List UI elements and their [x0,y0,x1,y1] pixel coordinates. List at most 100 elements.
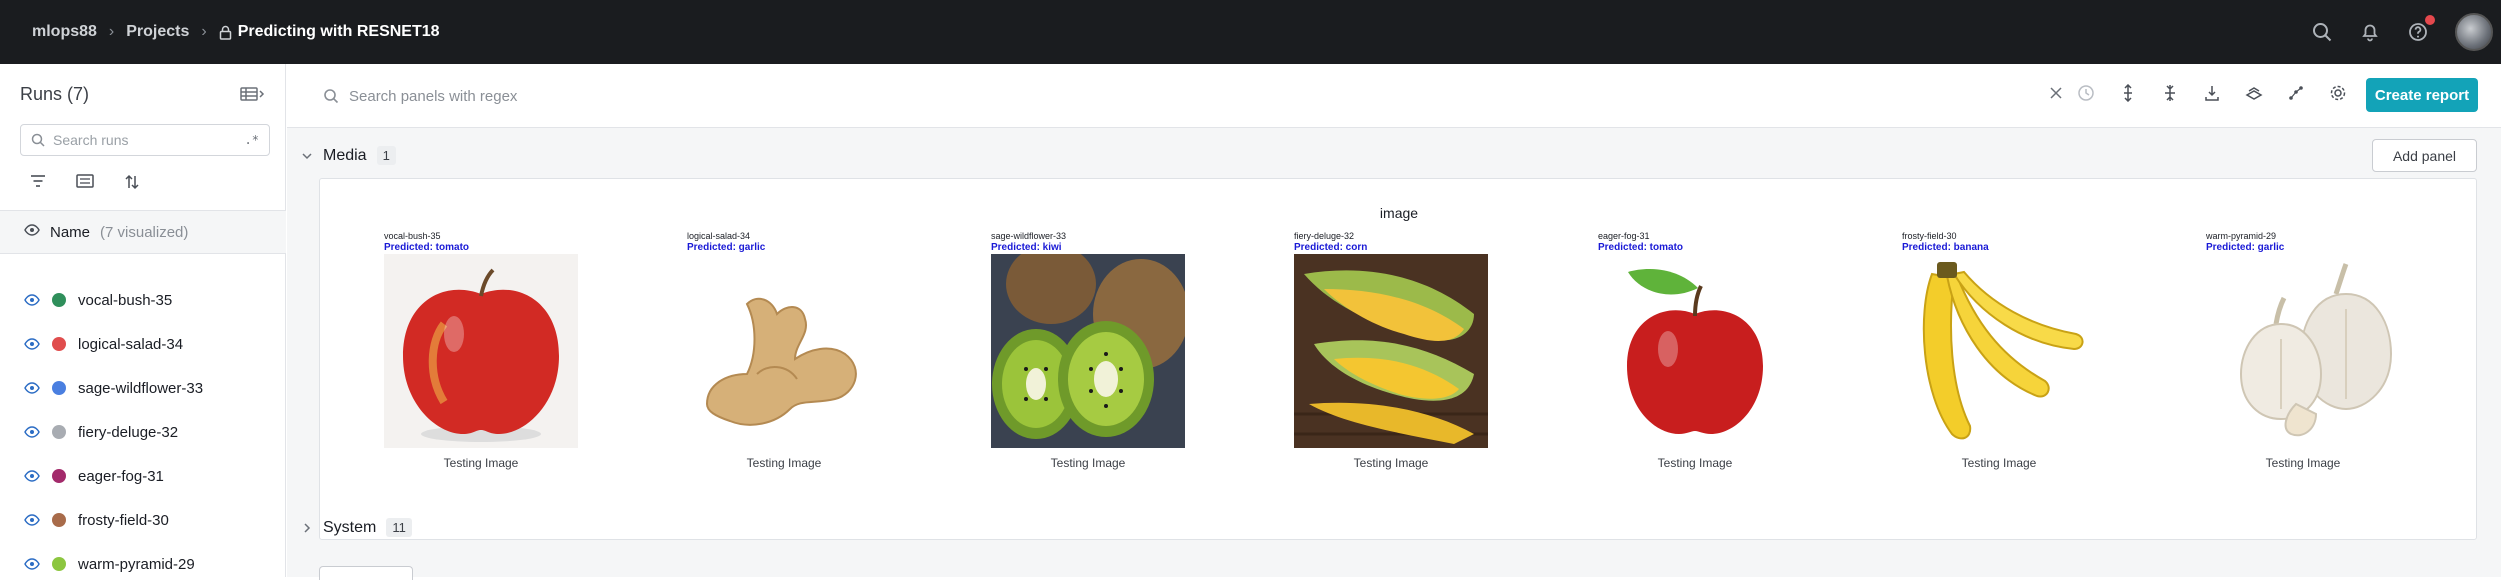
collapse-vertical-icon[interactable] [2161,84,2179,107]
eye-icon[interactable] [24,426,40,438]
layers-icon[interactable] [2245,84,2263,107]
image-run-name: frosty-field-30 [1902,231,1957,241]
project-title: Predicting with RESNET18 [237,23,440,40]
run-row[interactable]: frosty-field-30 [0,498,286,542]
run-name[interactable]: frosty-field-30 [78,512,169,529]
download-icon[interactable] [2203,84,2221,107]
panel-search-input[interactable]: Search panels with regex [323,81,2073,111]
eye-icon[interactable] [24,223,40,241]
ginger-image[interactable] [687,254,881,448]
run-color-dot[interactable] [52,513,66,527]
image-prediction: Predicted: garlic [687,242,766,253]
sort-icon[interactable] [124,174,140,195]
garlic-image[interactable] [2206,254,2400,448]
image-run-name: fiery-deluge-32 [1294,231,1355,241]
run-search-input[interactable]: Search runs .* [20,124,270,156]
workspace-main: Search panels with regex Create report M… [287,64,2501,580]
gear-icon[interactable] [2329,84,2347,107]
search-icon [31,133,45,147]
media-item[interactable]: frosty-field-30 Predicted: banana Testin… [1888,231,2108,470]
media-item[interactable]: warm-pyramid-29 Predicted: garlic Testin… [2192,231,2412,470]
image-prediction: Predicted: tomato [1598,242,1684,253]
breadcrumb-entity[interactable]: mlops88 [32,23,97,41]
runs-title: Runs (7) [20,84,90,104]
create-report-button[interactable]: Create report [2366,78,2478,112]
chevron-right-icon[interactable] [301,522,313,534]
run-color-dot[interactable] [52,381,66,395]
name-column-header[interactable]: Name (7 visualized) [0,210,286,254]
breadcrumb-project[interactable]: Predicting with RESNET18 [219,23,440,41]
run-name[interactable]: logical-salad-34 [78,336,183,353]
filter-icon[interactable] [30,174,46,195]
corn-image[interactable] [1294,254,1488,448]
regex-toggle[interactable]: .* [245,133,259,147]
image-prediction: Predicted: kiwi [991,242,1062,253]
image-caption: Testing Image [1050,456,1126,470]
media-item[interactable]: fiery-deluge-32 Predicted: corn Testing … [1280,231,1500,470]
run-name[interactable]: fiery-deluge-32 [78,424,178,441]
media-section-header[interactable]: Media 1 [301,146,396,165]
clear-search-icon[interactable] [2049,86,2063,105]
panel-search-bar: Search panels with regex Create report [287,64,2501,128]
help-icon[interactable] [2407,15,2435,43]
run-row[interactable]: fiery-deluge-32 [0,410,286,454]
media-item[interactable]: sage-wildflower-33 Predicted: kiwi Testi… [977,231,1197,470]
run-row[interactable]: warm-pyramid-29 [0,542,286,586]
media-item[interactable]: eager-fog-31 Predicted: tomato Testing I… [1584,231,1804,470]
search-icon[interactable] [2311,21,2333,43]
run-color-dot[interactable] [52,337,66,351]
expand-vertical-icon[interactable] [2119,83,2137,107]
table-toggle-icon[interactable] [240,86,266,107]
image-run-name: sage-wildflower-33 [991,231,1067,241]
image-prediction: Predicted: tomato [384,242,470,253]
run-row[interactable]: eager-fog-31 [0,454,286,498]
media-panel-count: 1 [376,146,396,165]
eye-icon[interactable] [24,470,40,482]
system-panel-count: 11 [386,518,412,537]
run-name[interactable]: eager-fog-31 [78,468,164,485]
image-panel[interactable]: image vocal-bush-35 Predicted: tomato Te… [319,178,2477,540]
image-prediction: Predicted: banana [1902,242,1989,253]
image-run-name: warm-pyramid-29 [2206,231,2277,241]
run-row[interactable]: sage-wildflower-33 [0,366,286,410]
image-prediction: Predicted: garlic [2206,242,2285,253]
run-color-dot[interactable] [52,425,66,439]
run-color-dot[interactable] [52,469,66,483]
apple-image[interactable] [1598,254,1792,448]
run-name[interactable]: vocal-bush-35 [78,292,172,309]
run-row[interactable]: logical-salad-34 [0,322,286,366]
next-section-button[interactable] [319,566,413,580]
scatter-icon[interactable] [2287,84,2305,107]
breadcrumb-projects[interactable]: Projects [126,23,189,41]
run-name[interactable]: sage-wildflower-33 [78,380,203,397]
chevron-down-icon[interactable] [301,150,313,162]
banana-image[interactable] [1902,254,2096,448]
run-name[interactable]: warm-pyramid-29 [78,556,195,573]
bell-icon[interactable] [2359,21,2381,43]
run-color-dot[interactable] [52,557,66,571]
history-icon[interactable] [2077,84,2095,107]
run-row[interactable]: vocal-bush-35 [0,278,286,322]
apple-image[interactable] [384,254,578,448]
eye-icon[interactable] [24,558,40,570]
add-panel-button[interactable]: Add panel [2372,139,2477,172]
lock-icon [219,25,231,40]
media-item[interactable]: logical-salad-34 Predicted: garlic Testi… [673,231,893,470]
eye-icon[interactable] [24,338,40,350]
group-icon[interactable] [76,174,94,195]
runs-sidebar: Runs (7) Search runs .* Name (7 visualiz… [0,64,286,577]
avatar[interactable] [2455,13,2493,51]
media-item[interactable]: vocal-bush-35 Predicted: tomato Testing … [370,231,590,470]
eye-icon[interactable] [24,382,40,394]
notification-dot [2425,15,2435,25]
sidebar-toolbar [30,174,140,195]
system-section-title: System [323,518,377,536]
eye-icon[interactable] [24,294,40,306]
run-color-dot[interactable] [52,293,66,307]
eye-icon[interactable] [24,514,40,526]
top-navigation-bar: mlops88 › Projects › Predicting with RES… [0,0,2501,64]
visualized-count: (7 visualized) [100,223,189,241]
image-run-name: eager-fog-31 [1598,231,1650,241]
kiwi-image[interactable] [991,254,1185,448]
system-section-header[interactable]: System 11 [301,518,412,537]
